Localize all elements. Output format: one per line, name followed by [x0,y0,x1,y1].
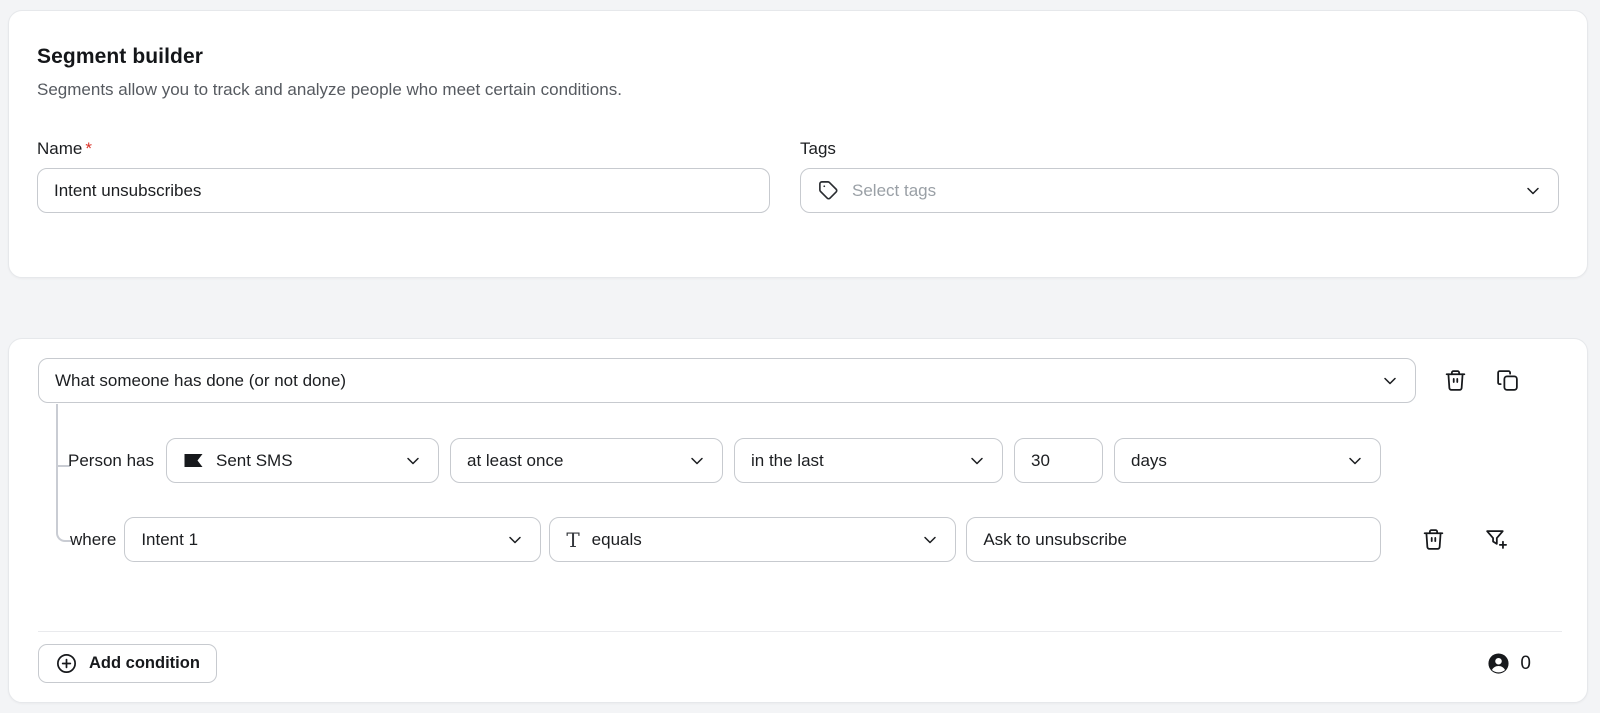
event-select-value: Sent SMS [216,451,293,471]
conditions-card: What someone has done (or not done) [8,338,1588,703]
trash-icon [1443,368,1468,393]
name-label-text: Name [37,139,82,158]
duplicate-condition-button[interactable] [1495,368,1520,393]
add-condition-label: Add condition [89,654,200,673]
chevron-down-icon [403,451,423,471]
chevron-down-icon [920,530,940,550]
person-badge-icon [1487,652,1510,675]
audience-count-value: 0 [1520,653,1531,675]
filter-condition-row: where Intent 1 T equals [38,517,1509,562]
tags-field-group: Tags Select tags [800,139,1559,213]
trash-icon [1421,527,1446,552]
flag-icon [183,453,204,468]
event-condition-row: Person has Sent SMS at least once in the… [38,438,1381,483]
segment-meta-form: Name* Tags Select tags [37,139,1559,213]
delete-filter-button[interactable] [1421,527,1446,552]
time-window-select-value: in the last [751,451,824,471]
filter-add-icon [1484,527,1509,552]
add-condition-button[interactable]: Add condition [38,644,217,683]
required-asterisk: * [85,139,92,158]
segment-builder-card: Segment builder Segments allow you to tr… [8,10,1588,278]
condition-type-select[interactable]: What someone has done (or not done) [38,358,1416,403]
text-type-icon: T [566,530,579,550]
event-row-prefix: Person has [68,451,154,471]
attribute-select-value: Intent 1 [141,530,198,550]
name-field-group: Name* [37,139,770,213]
chevron-down-icon [1345,451,1365,471]
page-subtitle: Segments allow you to track and analyze … [37,80,1559,100]
frequency-select[interactable]: at least once [450,438,723,483]
chevron-down-icon [1380,371,1400,391]
time-window-select[interactable]: in the last [734,438,1003,483]
footer-divider [38,631,1562,632]
copy-icon [1495,368,1520,393]
tags-select[interactable]: Select tags [800,168,1559,213]
name-label: Name* [37,139,770,159]
chevron-down-icon [1523,181,1543,201]
chevron-down-icon [687,451,707,471]
page-title: Segment builder [37,45,1559,69]
operator-select-value: equals [592,530,642,550]
audience-count: 0 [1487,652,1531,675]
chevron-down-icon [967,451,987,471]
add-filter-button[interactable] [1484,527,1509,552]
operator-select[interactable]: T equals [549,517,956,562]
frequency-select-value: at least once [467,451,563,471]
chevron-down-icon [505,530,525,550]
delete-condition-button[interactable] [1443,368,1468,393]
tags-placeholder: Select tags [852,181,936,201]
builder-footer: Add condition 0 [38,644,1559,683]
tag-icon [817,179,840,202]
time-amount-input[interactable] [1014,438,1103,483]
condition-type-value: What someone has done (or not done) [55,371,346,391]
time-unit-select-value: days [1131,451,1167,471]
circle-plus-icon [55,652,78,675]
condition-type-row: What someone has done (or not done) [38,358,1520,403]
filter-value-input[interactable] [966,517,1381,562]
segment-name-input[interactable] [37,168,770,213]
filter-row-prefix: where [70,530,116,550]
event-select[interactable]: Sent SMS [166,438,439,483]
tags-label: Tags [800,139,1559,159]
time-unit-select[interactable]: days [1114,438,1381,483]
attribute-select[interactable]: Intent 1 [124,517,541,562]
